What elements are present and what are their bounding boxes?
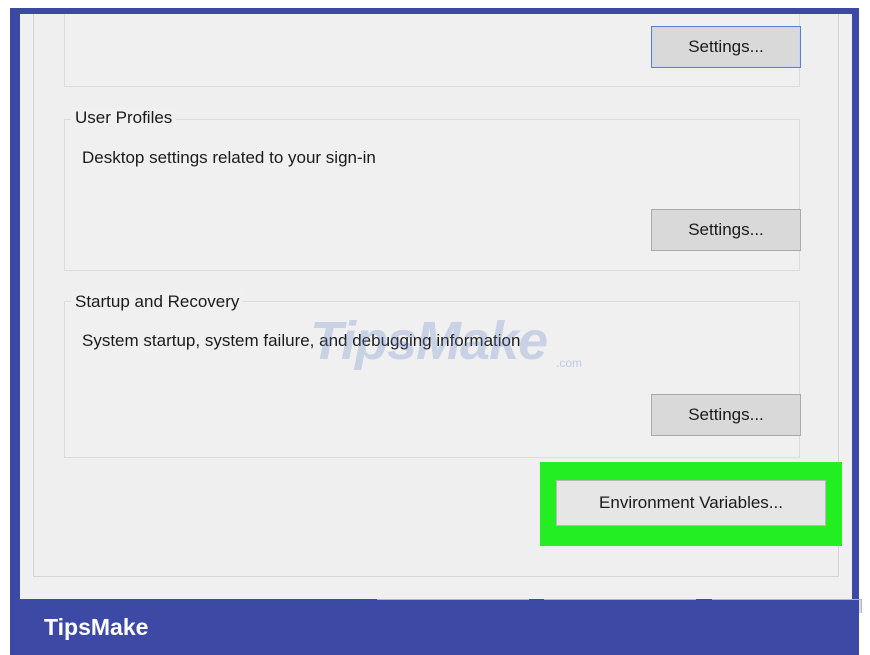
user-profiles-title: User Profiles [71, 108, 177, 128]
startup-recovery-description: System startup, system failure, and debu… [82, 331, 521, 350]
system-properties-window: Settings... User Profiles Desktop settin… [10, 8, 862, 613]
environment-variables-button[interactable]: Environment Variables... [556, 480, 826, 526]
user-profiles-description: Desktop settings related to your sign-in [82, 148, 376, 167]
startup-recovery-title: Startup and Recovery [71, 292, 244, 312]
advanced-tab-panel: Settings... User Profiles Desktop settin… [20, 14, 862, 613]
footer-brand: TipsMake [44, 614, 149, 640]
startup-recovery-settings-button[interactable]: Settings... [651, 394, 801, 436]
user-profiles-settings-button[interactable]: Settings... [651, 209, 801, 251]
performance-settings-button[interactable]: Settings... [651, 26, 801, 68]
watermark-suffix: .com [556, 356, 583, 370]
footer-bar: TipsMake [10, 600, 859, 655]
